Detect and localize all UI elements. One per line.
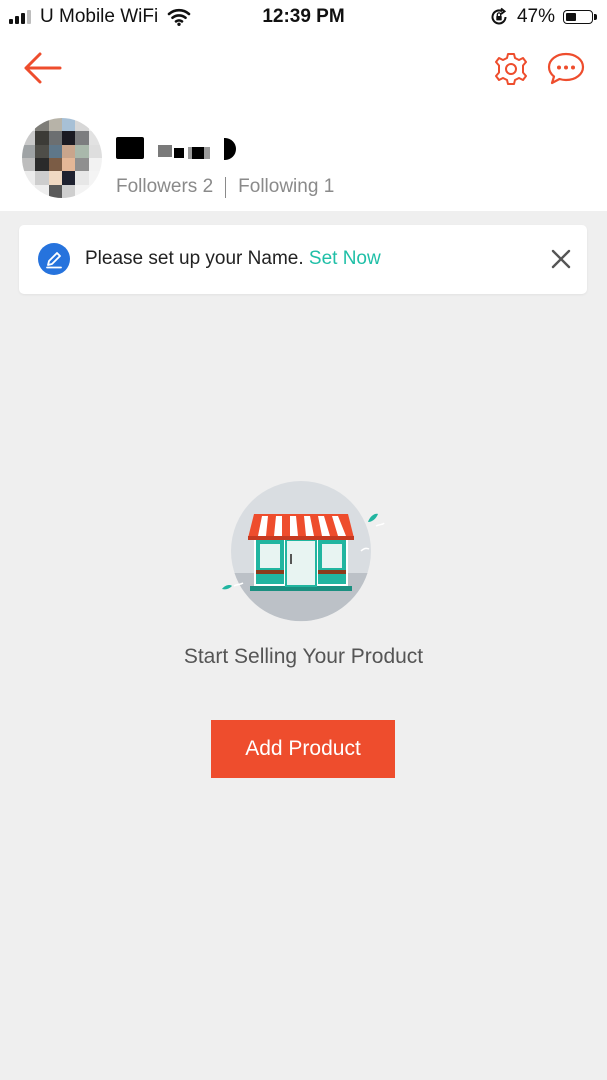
settings-button[interactable] xyxy=(491,49,531,89)
chat-bubble-icon xyxy=(547,52,585,85)
following-count[interactable]: Following 1 xyxy=(238,176,334,198)
back-button[interactable] xyxy=(20,50,64,86)
add-product-button[interactable]: Add Product xyxy=(211,720,395,778)
battery-fill xyxy=(566,13,577,21)
followers-count[interactable]: Followers 2 xyxy=(116,176,213,198)
status-bar: U Mobile WiFi 12:39 PM 47% xyxy=(0,0,607,36)
banner-message: Please set up your Name. xyxy=(85,248,304,269)
banner-message-line: Please set up your Name. Set Now xyxy=(85,248,381,270)
gear-icon xyxy=(495,53,527,85)
set-now-link[interactable]: Set Now xyxy=(309,248,381,269)
chat-button[interactable] xyxy=(546,50,586,88)
username-redacted xyxy=(116,136,246,160)
status-right: 47% xyxy=(489,6,597,28)
pen-icon xyxy=(38,243,70,275)
battery-percent: 47% xyxy=(516,6,555,27)
arrow-left-icon xyxy=(24,52,62,84)
battery-icon xyxy=(563,10,597,24)
empty-state-text: Start Selling Your Product xyxy=(183,645,424,668)
orientation-lock-icon xyxy=(491,7,507,25)
avatar[interactable] xyxy=(22,118,102,198)
follow-stats: Followers 2 Following 1 xyxy=(116,176,334,198)
shop-storefront-icon xyxy=(220,478,390,628)
profile-header: Followers 2 Following 1 xyxy=(0,36,607,211)
divider xyxy=(225,176,227,198)
setup-name-banner: Please set up your Name. Set Now xyxy=(19,225,587,294)
close-icon[interactable] xyxy=(549,247,573,271)
